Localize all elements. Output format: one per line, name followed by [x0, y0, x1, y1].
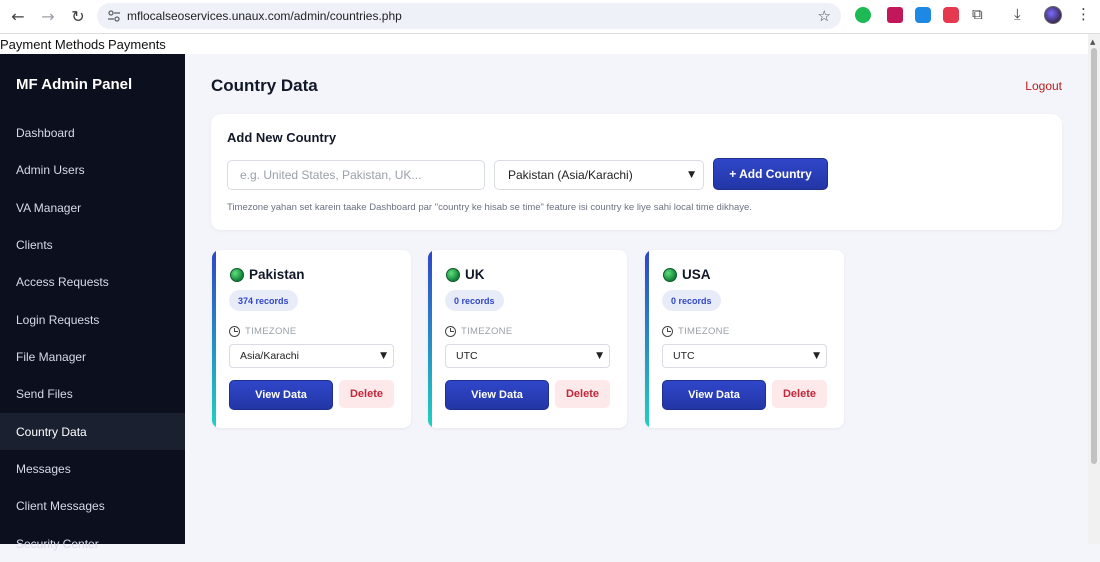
records-badge: 0 records: [445, 290, 504, 311]
sidebar-item-country-data[interactable]: Country Data: [0, 413, 185, 450]
country-name-input[interactable]: [227, 160, 485, 190]
delete-button[interactable]: Delete: [555, 380, 610, 408]
view-data-button[interactable]: View Data: [662, 380, 766, 410]
chevron-down-icon: ▼: [596, 351, 603, 361]
sidebar-item-admin-users[interactable]: Admin Users: [0, 151, 185, 188]
timezone-label: TIMEZONE: [678, 326, 730, 337]
timezone-select[interactable]: Pakistan (Asia/Karachi) ▼: [494, 160, 704, 190]
clock-icon: [445, 326, 456, 337]
globe-icon: [446, 268, 460, 282]
country-name: Pakistan: [249, 267, 305, 282]
sidebar: MF Admin Panel Dashboard Admin Users VA …: [0, 54, 185, 551]
card-timezone-select[interactable]: Asia/Karachi ▼: [229, 344, 394, 368]
extension-red-icon[interactable]: [943, 7, 959, 23]
site-info-icon[interactable]: [101, 9, 127, 23]
brand-title: MF Admin Panel: [16, 76, 133, 93]
chevron-down-icon: ▼: [380, 351, 387, 361]
view-data-button[interactable]: View Data: [445, 380, 549, 410]
logout-link[interactable]: Logout: [1025, 79, 1062, 93]
card-timezone-select[interactable]: UTC ▼: [445, 344, 610, 368]
timezone-label: TIMEZONE: [245, 326, 297, 337]
extension-green-icon[interactable]: [855, 7, 871, 23]
top-links: Payment Methods Payments: [0, 34, 1088, 54]
forward-icon[interactable]: →: [33, 2, 63, 32]
menu-icon[interactable]: ⋮: [1076, 5, 1091, 23]
card-timezone-value: UTC: [456, 350, 478, 362]
profile-avatar[interactable]: [1044, 6, 1062, 24]
records-badge: 374 records: [229, 290, 298, 311]
payment-methods-link[interactable]: Payment Methods: [0, 37, 105, 52]
download-icon[interactable]: ⤓: [1014, 5, 1021, 23]
card-accent: [428, 250, 432, 428]
sidebar-item-dashboard[interactable]: Dashboard: [0, 114, 185, 151]
chevron-down-icon: ▼: [688, 170, 695, 180]
extension-download-blue-icon[interactable]: [915, 7, 931, 23]
sidebar-item-clients[interactable]: Clients: [0, 226, 185, 263]
scroll-thumb[interactable]: [1091, 48, 1097, 464]
records-badge: 0 records: [662, 290, 721, 311]
chevron-down-icon: ▼: [813, 351, 820, 361]
add-country-title: Add New Country: [227, 130, 337, 145]
sidebar-item-login-requests[interactable]: Login Requests: [0, 301, 185, 338]
add-country-button[interactable]: + Add Country: [713, 158, 828, 190]
globe-icon: [230, 268, 244, 282]
browser-toolbar: ← → ↻ mflocalseoservices.unaux.com/admin…: [0, 0, 1100, 34]
scroll-up-arrow-icon[interactable]: ▲: [1090, 38, 1095, 46]
country-card: Pakistan 374 records TIMEZONE Asia/Karac…: [212, 250, 411, 428]
sidebar-item-send-files[interactable]: Send Files: [0, 375, 185, 412]
card-accent: [212, 250, 216, 428]
delete-button[interactable]: Delete: [339, 380, 394, 408]
url-text: mflocalseoservices.unaux.com/admin/count…: [127, 9, 402, 23]
page-title: Country Data: [211, 76, 318, 95]
sidebar-item-client-messages[interactable]: Client Messages: [0, 487, 185, 524]
extension-shield-icon[interactable]: [887, 7, 903, 23]
back-icon[interactable]: ←: [3, 2, 33, 32]
delete-button[interactable]: Delete: [772, 380, 827, 408]
sidebar-item-file-manager[interactable]: File Manager: [0, 338, 185, 375]
country-name: USA: [682, 267, 711, 282]
clock-icon: [229, 326, 240, 337]
timezone-label: TIMEZONE: [461, 326, 513, 337]
payments-link[interactable]: Payments: [108, 37, 166, 52]
timezone-hint: Timezone yahan set karein taake Dashboar…: [227, 202, 752, 213]
bookmark-star-icon[interactable]: ☆: [818, 7, 831, 25]
card-timezone-select[interactable]: UTC ▼: [662, 344, 827, 368]
card-accent: [645, 250, 649, 428]
sidebar-item-messages[interactable]: Messages: [0, 450, 185, 487]
country-card: UK 0 records TIMEZONE UTC ▼ View Data De…: [428, 250, 627, 428]
card-timezone-value: UTC: [673, 350, 695, 362]
sidebar-item-access-requests[interactable]: Access Requests: [0, 263, 185, 300]
globe-icon: [663, 268, 677, 282]
sidebar-item-va-manager[interactable]: VA Manager: [0, 189, 185, 226]
clock-icon: [662, 326, 673, 337]
card-timezone-value: Asia/Karachi: [240, 350, 299, 362]
page-scrollbar[interactable]: ▲: [1088, 34, 1100, 544]
extensions-icon[interactable]: ⧉: [972, 5, 983, 23]
country-name: UK: [465, 267, 485, 282]
view-data-button[interactable]: View Data: [229, 380, 333, 410]
address-bar[interactable]: mflocalseoservices.unaux.com/admin/count…: [97, 3, 841, 29]
country-card: USA 0 records TIMEZONE UTC ▼ View Data D…: [645, 250, 844, 428]
timezone-select-value: Pakistan (Asia/Karachi): [508, 168, 633, 182]
add-country-card: Add New Country Pakistan (Asia/Karachi) …: [211, 114, 1062, 230]
main-content: Country Data Logout Add New Country Paki…: [185, 54, 1088, 544]
reload-icon[interactable]: ↻: [63, 2, 93, 32]
